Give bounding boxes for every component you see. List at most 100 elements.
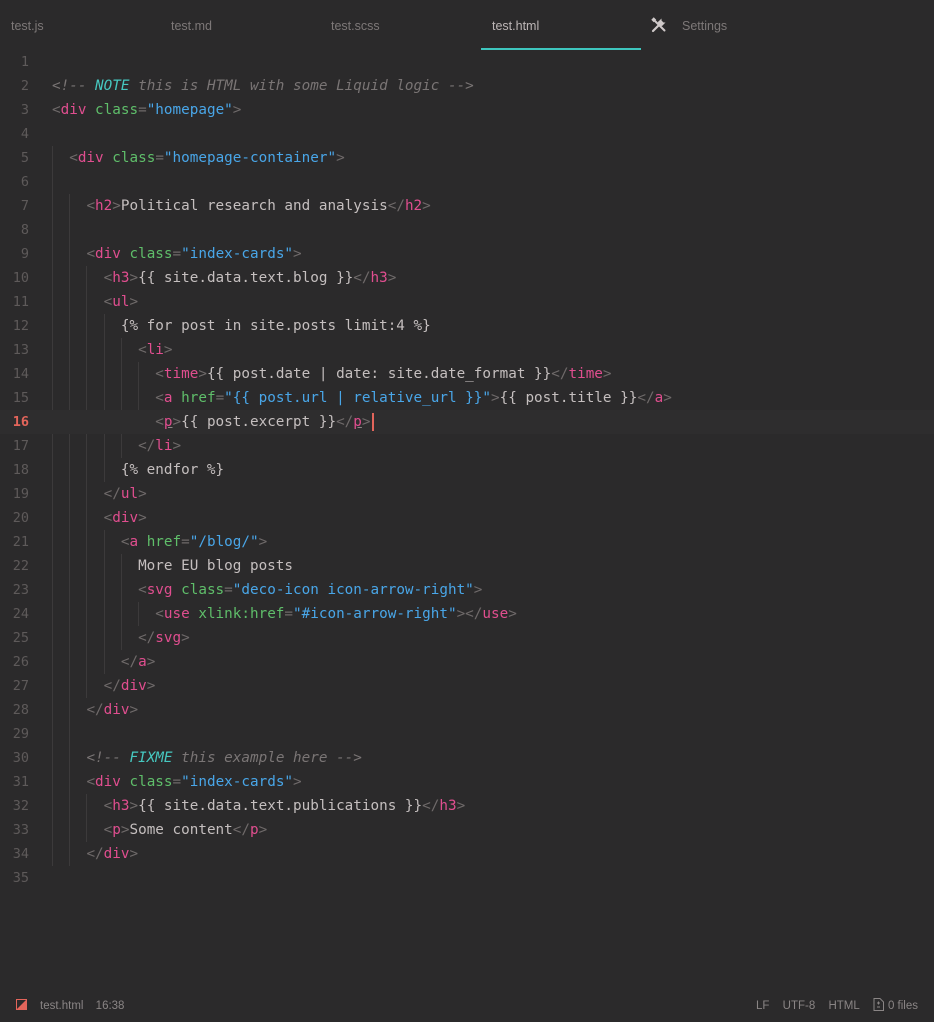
line-number[interactable]: 9: [0, 242, 29, 266]
tab-test-md[interactable]: test.md: [160, 0, 320, 50]
code-token: {{ post.date | date: site.date_format }}: [206, 366, 552, 382]
code-text: </div>: [52, 674, 156, 698]
code-line[interactable]: 14 <time>{{ post.date | date: site.date_…: [0, 362, 934, 386]
line-number[interactable]: 7: [0, 194, 29, 218]
line-number[interactable]: 20: [0, 506, 29, 530]
tab-test-scss[interactable]: test.scss: [320, 0, 480, 50]
line-number[interactable]: 18: [0, 458, 29, 482]
line-number[interactable]: 8: [0, 218, 29, 242]
line-number[interactable]: 34: [0, 842, 29, 866]
code-line[interactable]: 8: [0, 218, 934, 242]
code-line[interactable]: 33 <p>Some content</p>: [0, 818, 934, 842]
code-line[interactable]: 23 <svg class="deco-icon icon-arrow-righ…: [0, 578, 934, 602]
code-line[interactable]: 6: [0, 170, 934, 194]
git-status[interactable]: test.html: [16, 990, 83, 1022]
line-number[interactable]: 14: [0, 362, 29, 386]
code-line[interactable]: 34 </div>: [0, 842, 934, 866]
cursor-position[interactable]: 16:38: [96, 990, 125, 1022]
files-status[interactable]: 0 files: [873, 990, 918, 1022]
code-line[interactable]: 7 <h2>Political research and analysis</h…: [0, 194, 934, 218]
tab-test-html[interactable]: test.html: [481, 0, 641, 50]
code-line[interactable]: 29: [0, 722, 934, 746]
code-token: <: [103, 822, 113, 838]
code-line[interactable]: 31 <div class="index-cards">: [0, 770, 934, 794]
code-token: </: [422, 798, 440, 814]
line-number[interactable]: 10: [0, 266, 29, 290]
line-number[interactable]: 19: [0, 482, 29, 506]
line-number[interactable]: 29: [0, 722, 29, 746]
code-line[interactable]: 3 <div class="homepage">: [0, 98, 934, 122]
code-line[interactable]: 25 </svg>: [0, 626, 934, 650]
code-line[interactable]: 11 <ul>: [0, 290, 934, 314]
line-number[interactable]: 17: [0, 434, 29, 458]
code-token: a: [138, 654, 147, 670]
line-number[interactable]: 23: [0, 578, 29, 602]
tab-settings[interactable]: Settings: [641, 0, 801, 50]
code-token: {{ post.title }}: [499, 390, 638, 406]
code-line[interactable]: 28 </div>: [0, 698, 934, 722]
line-number[interactable]: 12: [0, 314, 29, 338]
grammar-selector[interactable]: HTML: [828, 990, 859, 1022]
code-line[interactable]: 4: [0, 122, 934, 146]
code-line[interactable]: 18 {% endfor %}: [0, 458, 934, 482]
line-number[interactable]: 32: [0, 794, 29, 818]
code-line[interactable]: 24 <use xlink:href="#icon-arrow-right"><…: [0, 602, 934, 626]
line-number[interactable]: 5: [0, 146, 29, 170]
line-number[interactable]: 15: [0, 386, 29, 410]
git-icon: [16, 999, 27, 1011]
code-line[interactable]: 20 <div>: [0, 506, 934, 530]
code-line[interactable]: 5 <div class="homepage-container">: [0, 146, 934, 170]
line-number[interactable]: 21: [0, 530, 29, 554]
line-number[interactable]: 13: [0, 338, 29, 362]
tab-bar: test.js test.md test.scss test.html Settings: [0, 0, 934, 50]
code-line[interactable]: 15 <a href="{{ post.url | relative_url }…: [0, 386, 934, 410]
code-line[interactable]: 27 </div>: [0, 674, 934, 698]
code-line[interactable]: 12 {% for post in site.posts limit:4 %}: [0, 314, 934, 338]
line-number[interactable]: 35: [0, 866, 29, 890]
line-ending[interactable]: LF: [756, 990, 769, 1022]
code-line[interactable]: 10 <h3>{{ site.data.text.blog }}</h3>: [0, 266, 934, 290]
code-line[interactable]: 13 <li>: [0, 338, 934, 362]
code-line[interactable]: 16 <p>{{ post.excerpt }}</p>: [0, 410, 934, 434]
code-token: </: [138, 630, 156, 646]
line-number[interactable]: 26: [0, 650, 29, 674]
code-token: NOTE: [95, 78, 130, 94]
line-number[interactable]: 30: [0, 746, 29, 770]
line-number[interactable]: 27: [0, 674, 29, 698]
code-token: p: [353, 414, 362, 430]
line-number[interactable]: 11: [0, 290, 29, 314]
line-number[interactable]: 4: [0, 122, 29, 146]
code-token: >: [129, 294, 139, 310]
line-number[interactable]: 33: [0, 818, 29, 842]
code-line[interactable]: 26 </a>: [0, 650, 934, 674]
line-number[interactable]: 24: [0, 602, 29, 626]
line-number[interactable]: 28: [0, 698, 29, 722]
code-line[interactable]: 32 <h3>{{ site.data.text.publications }}…: [0, 794, 934, 818]
code-token: >: [138, 486, 147, 502]
line-number[interactable]: 16: [0, 410, 29, 434]
file-encoding[interactable]: UTF-8: [783, 990, 816, 1022]
code-line[interactable]: 22 More EU blog posts: [0, 554, 934, 578]
tab-test-js[interactable]: test.js: [0, 0, 160, 50]
code-token: >: [129, 846, 139, 862]
code-line[interactable]: 30 <!-- FIXME this example here -->: [0, 746, 934, 770]
code-line[interactable]: 17 </li>: [0, 434, 934, 458]
line-number[interactable]: 2: [0, 74, 29, 98]
code-line[interactable]: 19 </ul>: [0, 482, 934, 506]
code-line[interactable]: 35: [0, 866, 934, 890]
code-token: class: [112, 150, 156, 166]
code-line[interactable]: 21 <a href="/blog/">: [0, 530, 934, 554]
line-number[interactable]: 1: [0, 50, 29, 74]
code-line[interactable]: 2 <!-- NOTE this is HTML with some Liquid…: [0, 74, 934, 98]
line-number[interactable]: 31: [0, 770, 29, 794]
line-number[interactable]: 25: [0, 626, 29, 650]
code-editor[interactable]: 1 2 <!-- NOTE this is HTML with some Liqui…: [0, 50, 934, 990]
code-line[interactable]: 9 <div class="index-cards">: [0, 242, 934, 266]
line-number[interactable]: 22: [0, 554, 29, 578]
line-number[interactable]: 6: [0, 170, 29, 194]
code-token: <: [138, 582, 147, 598]
line-number[interactable]: 3: [0, 98, 29, 122]
code-line[interactable]: 1: [0, 50, 934, 74]
